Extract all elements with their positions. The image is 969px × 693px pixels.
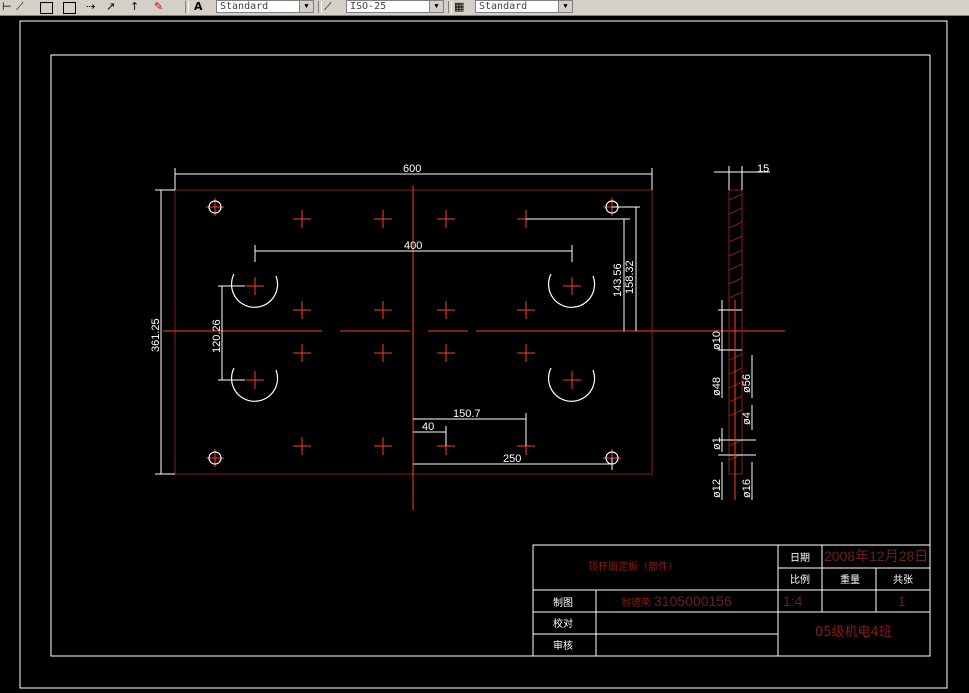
chevron-down-icon[interactable]: ▼ bbox=[299, 1, 313, 12]
student-id: 3105000156 bbox=[654, 593, 732, 609]
leader-icon[interactable]: ↗ bbox=[106, 1, 115, 13]
sheets-label: 共张 bbox=[893, 574, 913, 586]
dim-400: 400 bbox=[404, 240, 422, 252]
sheet-border bbox=[19, 20, 948, 689]
dim-d56: ø56 bbox=[741, 374, 753, 393]
dim-d12: ø12 bbox=[711, 479, 723, 498]
drawn-label: 制图 bbox=[553, 596, 573, 609]
drawing-canvas[interactable]: 600 400 361.25 120.26 143.56 158.32 150.… bbox=[0, 16, 969, 693]
chevron-down-icon[interactable]: ▼ bbox=[429, 1, 443, 12]
dim-d1: ø1 bbox=[711, 437, 723, 450]
cad-toolbar: ⊢ ⟋ ⇢ ↗ ↑ ✎ A Standard ▼ ⟋ ISO-25 ▼ ▦ St… bbox=[0, 0, 969, 16]
dim-143: 143.56 bbox=[612, 263, 624, 297]
review-label: 审核 bbox=[553, 639, 573, 652]
dim-d4: ø4 bbox=[741, 412, 753, 425]
text-style-select[interactable]: Standard ▼ bbox=[216, 0, 314, 13]
dim-40: 40 bbox=[422, 421, 434, 433]
title-block: 顶杆固定板（部件） 日期 2008年12月28日 比例 重量 共张 制图 翁德荣… bbox=[532, 544, 931, 657]
center-lines bbox=[163, 186, 785, 510]
text-style-value: Standard bbox=[220, 1, 269, 12]
tolerance-icon[interactable]: ↑ bbox=[130, 1, 139, 13]
scale-label: 比例 bbox=[790, 573, 810, 586]
text-style-icon[interactable]: A bbox=[194, 1, 203, 13]
dim-120: 120.26 bbox=[211, 319, 223, 353]
dim-aligned-icon[interactable]: ⟋ bbox=[16, 1, 24, 13]
dim-15: 15 bbox=[757, 163, 769, 175]
table-style-select[interactable]: Standard ▼ bbox=[475, 0, 573, 13]
toolbar-separator bbox=[448, 1, 452, 13]
part-name: 顶杆固定板（部件） bbox=[588, 560, 678, 573]
dim-d48: ø48 bbox=[711, 377, 723, 396]
drawer-name: 翁德荣 bbox=[621, 596, 651, 609]
check-label: 校对 bbox=[553, 617, 573, 630]
class-name: 05级机电4班 bbox=[815, 625, 892, 640]
table-style-value: Standard bbox=[479, 1, 528, 12]
dim-style-icon[interactable]: ⟋ bbox=[324, 1, 332, 13]
date-value: 2008年12月28日 bbox=[824, 548, 928, 564]
square-icon[interactable] bbox=[63, 2, 76, 14]
dim-600: 600 bbox=[403, 163, 421, 175]
dim-style-select[interactable]: ISO-25 ▼ bbox=[346, 0, 444, 13]
rectangle-icon[interactable] bbox=[40, 2, 53, 14]
dim-edit-icon[interactable]: ✎ bbox=[154, 1, 163, 13]
table-style-icon[interactable]: ▦ bbox=[454, 1, 464, 13]
dimension-lines bbox=[155, 168, 653, 475]
dim-d10: ø10 bbox=[711, 331, 723, 350]
toolbar-separator bbox=[185, 1, 189, 13]
scale-value: 1:4 bbox=[783, 593, 803, 609]
dim-style-value: ISO-25 bbox=[350, 1, 387, 12]
weight-label: 重量 bbox=[840, 573, 860, 586]
toolbar-separator bbox=[318, 1, 322, 13]
dim-linear-icon[interactable]: ⊢ bbox=[2, 1, 12, 13]
frame-border bbox=[50, 54, 931, 657]
dim-250: 250 bbox=[503, 453, 521, 465]
dim-158: 158.32 bbox=[624, 260, 636, 294]
chevron-down-icon[interactable]: ▼ bbox=[558, 1, 572, 12]
sheet-count: 1 bbox=[898, 593, 906, 609]
continue-dim-icon[interactable]: ⇢ bbox=[86, 1, 95, 13]
date-label: 日期 bbox=[790, 552, 810, 564]
dim-d16: ø16 bbox=[741, 479, 753, 498]
dim-361: 361.25 bbox=[150, 318, 162, 352]
dim-150: 150.7 bbox=[453, 408, 481, 420]
